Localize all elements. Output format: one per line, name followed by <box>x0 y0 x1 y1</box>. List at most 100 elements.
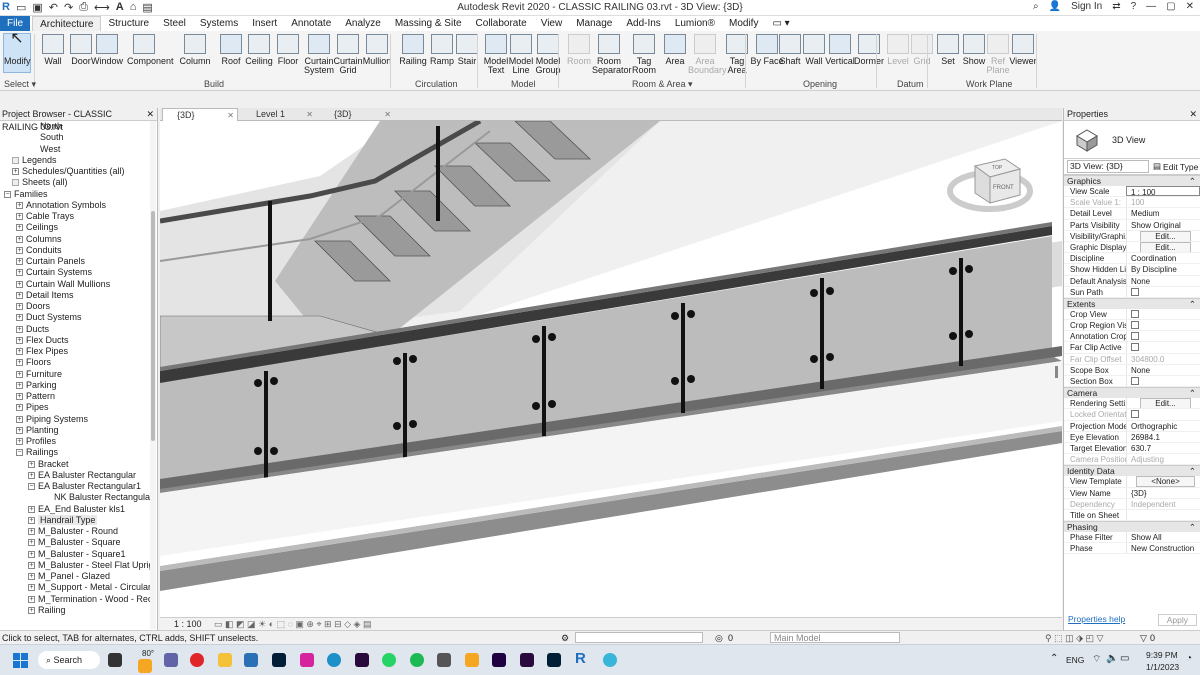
tree-item[interactable]: + Piping Systems <box>0 414 150 425</box>
edit-type-icon[interactable]: ▤ <box>1153 161 1161 172</box>
property-value[interactable]: Show Original <box>1126 219 1200 230</box>
after-effects-icon[interactable] <box>492 653 506 667</box>
tree-item[interactable]: + Pipes <box>0 402 150 413</box>
panel-label-work-plane[interactable]: Work Plane <box>966 79 1012 89</box>
expand-icon[interactable]: + <box>16 224 23 232</box>
property-edit-button[interactable]: <None> <box>1136 476 1195 487</box>
expand-icon[interactable]: + <box>16 426 23 434</box>
expand-icon[interactable]: + <box>28 561 35 569</box>
collapse-icon[interactable]: ⌃ <box>1189 522 1196 532</box>
edit-type-button[interactable]: Edit Type <box>1163 162 1198 172</box>
property-value[interactable] <box>1126 320 1200 331</box>
section-identity-data[interactable]: Identity Data ⌃ <box>1064 465 1200 477</box>
tree-item[interactable]: − EA Baluster Rectangular1 <box>0 481 150 492</box>
tab-insert[interactable]: Insert <box>245 16 284 31</box>
property-value[interactable]: 26984.1 <box>1126 431 1200 442</box>
tree-item[interactable]: + Flex Pipes <box>0 346 150 357</box>
viewcube[interactable]: TOP FRONT <box>947 158 1033 212</box>
view-tab-2[interactable]: Level 1 ✕ <box>242 108 316 121</box>
expand-icon[interactable]: + <box>16 404 23 412</box>
property-value[interactable]: Edit... <box>1126 230 1200 241</box>
property-value[interactable] <box>1126 331 1200 342</box>
expand-icon[interactable]: + <box>28 595 35 603</box>
weather-icon[interactable] <box>138 659 152 673</box>
tree-item[interactable]: + M_Panel - Glazed <box>0 571 150 582</box>
volume-icon[interactable]: 🔈 <box>1106 653 1118 664</box>
section-camera[interactable]: Camera ⌃ <box>1064 387 1200 399</box>
expand-icon[interactable]: + <box>16 201 23 209</box>
close-icon[interactable]: ✕ <box>146 108 157 120</box>
tab-analyze[interactable]: Analyze <box>338 16 388 31</box>
property-value[interactable]: Orthographic <box>1126 420 1200 431</box>
panel-label-select[interactable]: Select ▾ <box>4 79 36 90</box>
property-edit-button[interactable]: Edit... <box>1140 398 1191 409</box>
tree-item[interactable]: + M_Support - Metal - Circular <box>0 582 150 593</box>
tag-room-button[interactable]: Tag Room <box>627 34 661 75</box>
close-tab-icon[interactable]: ✕ <box>306 108 313 121</box>
help-icon[interactable]: ? <box>1131 1 1137 12</box>
room-button[interactable]: Room <box>562 34 596 66</box>
type-selector[interactable]: 3D View <box>1064 121 1200 159</box>
file-explorer-icon[interactable] <box>218 653 232 667</box>
tree-item[interactable]: Legends <box>0 155 150 166</box>
view-selector[interactable]: 3D View: {3D} <box>1067 160 1149 173</box>
tab-lumion[interactable]: Lumion® <box>668 16 722 31</box>
tree-item[interactable]: + Duct Systems <box>0 312 150 323</box>
tree-item[interactable]: South <box>0 132 150 143</box>
expand-icon[interactable]: + <box>28 516 35 524</box>
tree-item[interactable]: West <box>0 144 150 155</box>
tree-item[interactable]: + Schedules/Quantities (all) <box>0 166 150 177</box>
collapse-icon[interactable]: ⌃ <box>1189 466 1196 476</box>
tree-item[interactable]: + M_Baluster - Steel Flat Upright <box>0 560 150 571</box>
property-value[interactable]: None <box>1126 275 1200 286</box>
panel-label-model[interactable]: Model <box>511 79 536 89</box>
tab-view[interactable]: View <box>534 16 570 31</box>
tree-item[interactable]: + Doors <box>0 301 150 312</box>
tree-item[interactable]: + Conduits <box>0 245 150 256</box>
tree-item[interactable]: + Columns <box>0 234 150 245</box>
view-tab-3[interactable]: {3D} ✕ <box>320 108 394 121</box>
tree-item[interactable]: + Furniture <box>0 369 150 380</box>
model-dropdown[interactable]: Main Model <box>770 632 900 643</box>
collapse-icon[interactable]: − <box>4 190 11 198</box>
user-icon[interactable]: 👤 <box>1049 1 1061 12</box>
filter-icon[interactable]: ▽ <box>1140 631 1147 645</box>
expand-icon[interactable]: + <box>16 314 23 322</box>
tab-add-ins[interactable]: Add-Ins <box>619 16 667 31</box>
start-icon[interactable] <box>13 653 28 668</box>
expand-icon[interactable]: + <box>28 460 35 468</box>
exchange-icon[interactable]: ⇄ <box>1112 1 1120 12</box>
tab-architecture[interactable]: Architecture <box>32 16 102 31</box>
expand-icon[interactable]: + <box>16 415 23 423</box>
search-icon[interactable]: ⌕ <box>1033 1 1039 12</box>
mullion-button[interactable]: Mullion <box>360 34 394 66</box>
expand-icon[interactable]: + <box>16 213 23 221</box>
viewport-resize-handle[interactable] <box>1055 366 1058 378</box>
expand-icon[interactable]: + <box>28 606 35 614</box>
properties-help-link[interactable]: Properties help <box>1068 614 1125 626</box>
close-tab-icon[interactable]: ✕ <box>384 108 391 121</box>
property-value[interactable] <box>1126 308 1200 320</box>
whatsapp-icon[interactable] <box>382 653 396 667</box>
panel-label-build[interactable]: Build <box>204 79 224 89</box>
edge-icon[interactable] <box>327 653 341 667</box>
tab-massing-site[interactable]: Massing & Site <box>388 16 469 31</box>
task-view-icon[interactable] <box>108 653 122 667</box>
project-browser-scrollbar[interactable] <box>150 121 156 629</box>
apply-button[interactable]: Apply <box>1157 614 1197 626</box>
expand-icon[interactable]: + <box>16 336 23 344</box>
property-value[interactable]: Edit... <box>1126 241 1200 253</box>
expand-icon[interactable]: + <box>16 258 23 266</box>
tree-item[interactable]: + Railing <box>0 605 150 616</box>
photoshop-icon[interactable] <box>547 653 561 667</box>
close-icon[interactable]: ✕ <box>1189 108 1200 121</box>
expand-icon[interactable]: + <box>28 573 35 581</box>
panel-label-opening[interactable]: Opening <box>803 79 837 89</box>
workset-dropdown[interactable] <box>575 632 703 643</box>
room-separator-button[interactable]: Room Separator <box>592 34 632 75</box>
tree-item[interactable]: + Ceilings <box>0 222 150 233</box>
section-phasing[interactable]: Phasing ⌃ <box>1064 521 1200 533</box>
close-button[interactable]: ✕ <box>1186 1 1194 12</box>
collapse-icon[interactable]: ⌃ <box>1189 176 1196 186</box>
expand-icon[interactable]: + <box>16 348 23 356</box>
